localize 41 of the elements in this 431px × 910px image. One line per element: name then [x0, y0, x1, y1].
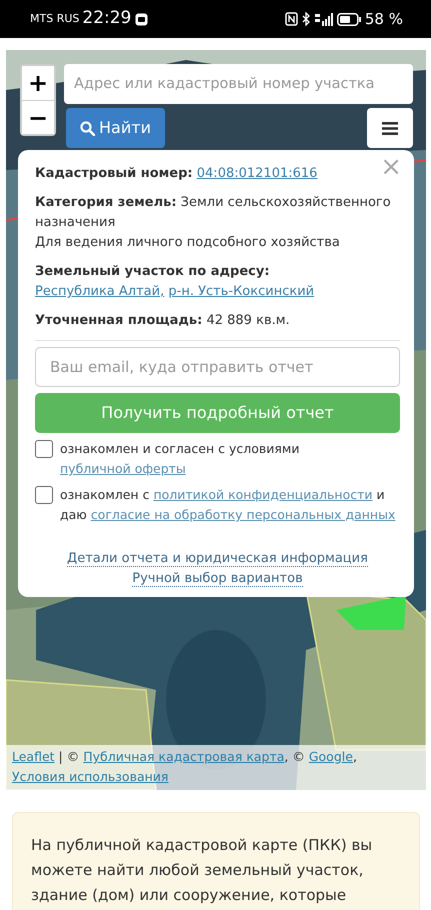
signal-icon [314, 12, 333, 26]
detail-link[interactable]: р-н. Усть-Коксинский [168, 284, 314, 299]
nfc-icon [284, 12, 298, 26]
info-text-line: На публичной кадастровой карте (ПКК) вы [31, 835, 374, 856]
attribution-link[interactable]: Условия использования [12, 769, 168, 784]
detail-text: Земельный участок по адресу: Республика Алтай, р-н. Усть-Коксинский [35, 263, 316, 301]
consent-checkbox[interactable] [35, 486, 53, 504]
detail-text: Категория земель: Земли сельскохозяйственного назначения Для ведения личного подсобного хозяйства [35, 194, 392, 252]
search-button[interactable]: Найти [66, 108, 165, 148]
detail-link[interactable]: Республика Алтай, [35, 284, 164, 299]
consent-text: ознакомлен и согласен с условиями публичной оферты [60, 440, 300, 478]
email-field[interactable]: Ваш email, куда отправить отчет [35, 347, 400, 387]
search-icon [80, 120, 96, 136]
details-link[interactable]: Ручной выбор вариантов [132, 571, 303, 587]
consent-link[interactable]: политикой конфиденциальности [153, 487, 373, 502]
app-notification-icon [135, 12, 148, 26]
menu-icon [382, 120, 398, 136]
search-field[interactable]: Адрес или кадастровый номер участка [64, 64, 413, 104]
zoom-out-button[interactable]: − [22, 100, 54, 134]
attribution-text: Leaflet | © Публичная кадастровая карта, © Google, Условия использования [12, 748, 358, 786]
attribution-link[interactable]: Публичная кадастровая карта [83, 749, 284, 764]
battery-icon [336, 12, 361, 26]
clock-time: 22:29 [82, 7, 132, 30]
battery-percent: 58 % [364, 8, 403, 30]
close-button[interactable]: × [376, 154, 406, 180]
details-link[interactable]: Детали отчета и юридическая информация [67, 551, 368, 567]
consent-link[interactable]: публичной оферты [60, 461, 186, 476]
consent-checkbox[interactable] [35, 440, 53, 458]
info-text-line: можете найти любой земельный участок, [31, 860, 364, 881]
menu-button[interactable] [367, 108, 413, 148]
consent-link[interactable]: согласие на обработку персональных данных [90, 507, 396, 522]
consent-text: ознакомлен с политикой конфиденциальности и даю согласие на обработку персональных данных [60, 486, 396, 524]
detail-text: Кадастровый номер: 04:08:012101:616 [35, 165, 318, 183]
report-button[interactable]: Получить подробный отчет [35, 393, 400, 433]
carrier-name: MTS RUS [30, 10, 80, 27]
info-text-line: здание (дом) или сооружение, которые [31, 885, 348, 906]
attribution-link[interactable]: Leaflet [12, 749, 55, 764]
detail-link[interactable]: 04:08:012101:616 [196, 166, 318, 181]
detail-text: Уточненная площадь: 42 889 кв.м. [35, 312, 291, 330]
attribution-link[interactable]: Google [308, 749, 353, 764]
bluetooth-icon [302, 12, 311, 26]
